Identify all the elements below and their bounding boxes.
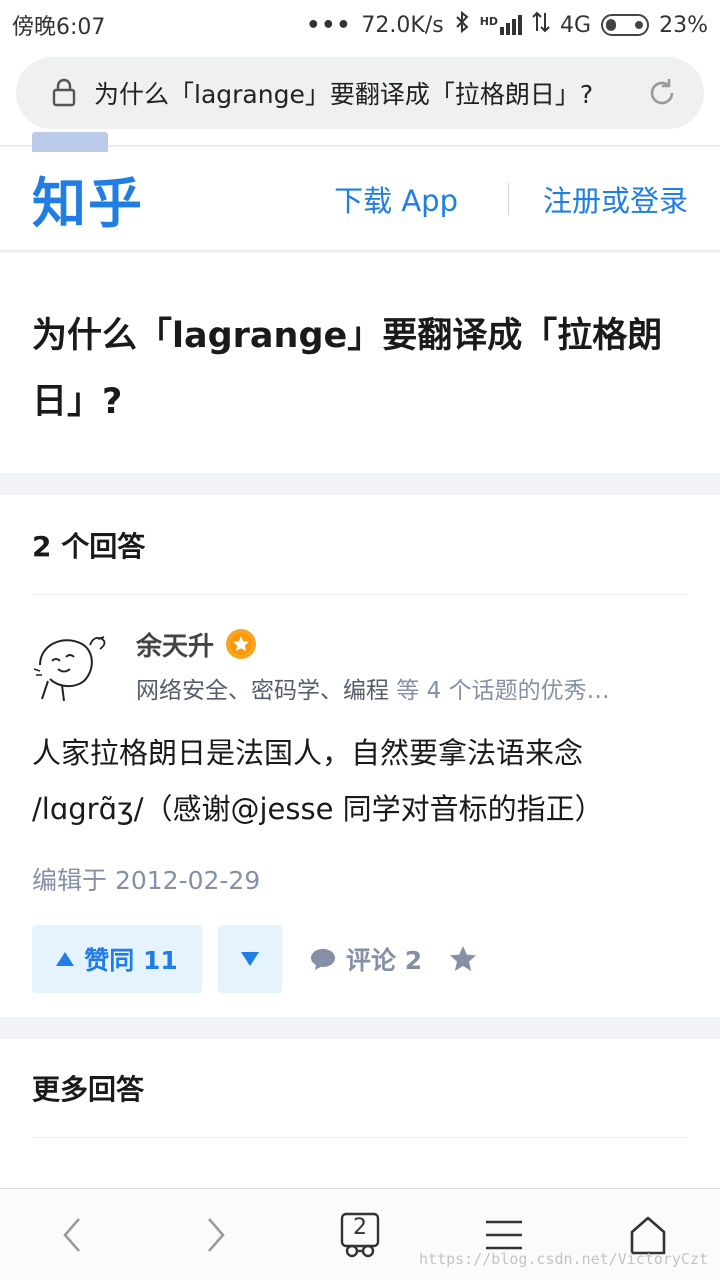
status-indicators: ••• 72.0K/s HD 4G 23% (306, 10, 708, 40)
upvote-button[interactable]: 赞同 11 (32, 925, 202, 993)
zhihu-logo[interactable]: 知乎 (32, 159, 334, 238)
answer-actions: 赞同 11 评论 2 (32, 925, 688, 993)
question-card: 为什么「lagrange」要翻译成「拉格朗日」? (0, 253, 720, 473)
chevron-left-icon (63, 1217, 80, 1252)
author-bio: 网络安全、密码学、编程 等 4 个话题的优秀… (136, 671, 686, 705)
author-name-row: 余天升 (136, 625, 688, 663)
answers-card: 2 个回答 余天升 网络安全、密码学、编程 等 4 个话题的优秀… 人家拉格朗日… (0, 495, 720, 1017)
answer-thumbnail[interactable] (32, 132, 108, 152)
author-name[interactable]: 余天升 (136, 626, 214, 663)
menu-icon (486, 1220, 522, 1249)
data-arrows-icon (532, 11, 550, 39)
address-bar[interactable]: 为什么「lagrange」要翻译成「拉格朗日」? (16, 57, 704, 129)
excellent-badge-icon (226, 629, 257, 659)
network-speed: 72.0K/s (361, 12, 444, 38)
comment-button[interactable]: 评论 2 (310, 941, 422, 977)
comment-icon (311, 949, 335, 970)
home-icon (630, 1216, 666, 1254)
answer-author: 余天升 网络安全、密码学、编程 等 4 个话题的优秀… (32, 625, 688, 705)
tab-count: 2 (353, 1215, 367, 1240)
star-icon[interactable] (448, 944, 478, 974)
lock-icon (52, 78, 76, 107)
download-app-link[interactable]: 下载 App (334, 178, 458, 220)
watermark: https://blog.csdn.net/VictoryCzt (419, 1250, 708, 1268)
tabs-button[interactable]: 2 (320, 1195, 400, 1275)
question-title[interactable]: 为什么「lagrange」要翻译成「拉格朗日」? (32, 303, 688, 435)
network-type: 4G (560, 12, 592, 38)
more-answers-card: 更多回答 (0, 1039, 720, 1189)
login-link[interactable]: 注册或登录 (543, 178, 688, 220)
browser-toolbar: 为什么「lagrange」要翻译成「拉格朗日」? (0, 50, 720, 146)
upvote-label: 赞同 11 (84, 946, 178, 975)
bluetooth-icon (454, 10, 470, 40)
downvote-icon (241, 952, 259, 966)
avatar[interactable] (32, 625, 110, 703)
site-header: 知乎 下载 App 注册或登录 (0, 147, 720, 251)
author-info: 余天升 网络安全、密码学、编程 等 4 个话题的优秀… (136, 625, 688, 705)
url-text[interactable]: 为什么「lagrange」要翻译成「拉格朗日」? (94, 75, 628, 111)
downvote-button[interactable] (218, 925, 282, 993)
author-topics: 网络安全、密码学、编程 (136, 678, 389, 704)
back-button[interactable] (32, 1195, 112, 1275)
answers-count: 2 个回答 (32, 495, 688, 595)
header-divider (507, 182, 509, 215)
battery-icon (601, 14, 650, 36)
notification-dots: ••• (306, 12, 352, 38)
more-answers-title: 更多回答 (32, 1039, 688, 1138)
chevron-right-icon (208, 1217, 225, 1252)
signal-hd-icon: HD (480, 15, 523, 35)
reload-icon[interactable] (644, 75, 680, 111)
answer-content[interactable]: 人家拉格朗日是法国人，自然要拿法语来念 /lɑgrɑ̃ʒ/（感谢@jesse 同… (32, 725, 688, 837)
status-bar: 傍晚6:07 ••• 72.0K/s HD 4G 23% (0, 0, 720, 50)
upvote-icon (56, 952, 75, 966)
forward-button[interactable] (176, 1195, 256, 1275)
battery-percent: 23% (659, 12, 708, 38)
author-topics-more[interactable]: 等 4 个话题的优秀… (389, 678, 609, 704)
status-time: 傍晚6:07 (12, 15, 106, 40)
comment-label: 评论 2 (346, 946, 423, 975)
edit-time: 编辑于 2012-02-29 (32, 866, 261, 895)
